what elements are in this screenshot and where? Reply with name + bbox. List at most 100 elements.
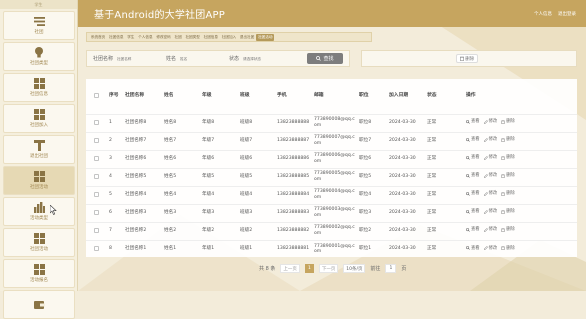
- header-join-date: 加入日期: [389, 93, 409, 99]
- status-select[interactable]: [243, 54, 289, 63]
- goto-page-input[interactable]: 1: [385, 264, 397, 273]
- view-button[interactable]: 查看: [466, 227, 480, 233]
- row-checkbox[interactable]: [94, 191, 99, 197]
- cell-index: 3: [107, 149, 123, 168]
- table-row: 5 社团名称4 姓名4 年级4 班级4 13823888884 773890004@qq.c…: [86, 185, 577, 204]
- view-button[interactable]: 查看: [466, 119, 480, 125]
- cell-phone: 13823888885: [275, 167, 312, 186]
- row-checkbox[interactable]: [94, 209, 99, 215]
- header-email: 邮箱: [314, 93, 324, 99]
- delete-button[interactable]: 删除: [501, 246, 515, 252]
- prev-page-button[interactable]: 上一页: [280, 264, 300, 273]
- delete-label: 删除: [506, 209, 515, 215]
- tab-6[interactable]: 社团类型: [184, 34, 202, 41]
- grid-icon: [33, 78, 45, 89]
- cell-join-date: 2024-03-30: [387, 149, 425, 168]
- search-icon: [316, 56, 322, 61]
- delete-label: 删除: [506, 119, 515, 125]
- edit-button[interactable]: 修改: [483, 227, 497, 233]
- edit-label: 修改: [488, 119, 498, 125]
- edit-label: 修改: [488, 191, 498, 197]
- row-checkbox[interactable]: [94, 173, 99, 179]
- cell-class: 班级6: [238, 149, 275, 168]
- delete-label: 删除: [506, 245, 515, 251]
- tab-8[interactable]: 社团加入: [220, 34, 238, 41]
- cell-index: 7: [107, 221, 123, 240]
- row-checkbox[interactable]: [94, 227, 99, 233]
- edit-icon: [483, 246, 488, 251]
- page-size-select[interactable]: 10条/页: [343, 264, 366, 273]
- tab-7[interactable]: 社团信息: [202, 34, 220, 41]
- cell-class: 班级8: [238, 113, 275, 132]
- delete-button[interactable]: 删除: [501, 209, 515, 215]
- row-checkbox[interactable]: [94, 245, 99, 251]
- cell-operations: 查看 修改 删除: [464, 185, 577, 204]
- delete-button[interactable]: 删除: [501, 137, 515, 143]
- sidebar-item-0[interactable]: 社团: [3, 11, 75, 40]
- tab-0[interactable]: 系统首页: [89, 34, 107, 41]
- cell-grade: 年级7: [200, 131, 238, 150]
- tab-9[interactable]: 退出社团: [238, 34, 256, 41]
- select-all-cell: [86, 79, 107, 114]
- view-button[interactable]: 查看: [466, 155, 480, 161]
- batch-delete-button[interactable]: 删除: [456, 54, 478, 63]
- edit-button[interactable]: 修改: [483, 119, 498, 125]
- sidebar-item-4[interactable]: 退出社团: [3, 135, 75, 164]
- cell-position: 职位1: [357, 239, 387, 258]
- header-link-profile[interactable]: 个人信息: [534, 11, 552, 17]
- delete-button[interactable]: 删除: [501, 119, 515, 125]
- page-number-button[interactable]: 1: [304, 264, 314, 273]
- view-button[interactable]: 查看: [466, 137, 480, 143]
- search-button-label: 查找: [323, 56, 334, 62]
- delete-button[interactable]: 删除: [501, 155, 515, 161]
- sidebar-item-9[interactable]: [3, 290, 75, 319]
- edit-button[interactable]: 修改: [483, 155, 497, 161]
- cell-club-name: 社团名称3: [123, 203, 162, 222]
- club-name-input[interactable]: [117, 54, 163, 63]
- cell-position: 职位7: [357, 131, 387, 150]
- table-row: 3 社团名称6 姓名6 年级6 班级6 13823888886 773890006@qq.c…: [86, 149, 577, 168]
- edit-button[interactable]: 修改: [483, 191, 498, 197]
- sidebar-item-6[interactable]: 活动类型: [3, 197, 75, 226]
- sidebar-item-8[interactable]: 活动报名: [3, 259, 75, 288]
- trash-icon: [501, 138, 505, 143]
- sidebar-item-7[interactable]: 社团活动: [3, 228, 75, 257]
- row-checkbox[interactable]: [94, 137, 99, 143]
- name-input[interactable]: [180, 54, 226, 63]
- tab-1[interactable]: 社团信息: [107, 34, 125, 41]
- grid-icon: [33, 264, 45, 275]
- tab-5[interactable]: 社团: [173, 34, 184, 41]
- tab-4[interactable]: 修改密码: [154, 34, 172, 41]
- sidebar-item-5[interactable]: 社团活动: [3, 166, 75, 195]
- tab-3[interactable]: 个人信息: [136, 34, 154, 41]
- header-link-logout[interactable]: 退出登录: [558, 11, 576, 17]
- view-button[interactable]: 查看: [466, 246, 480, 252]
- sidebar-item-label: 活动报名: [30, 278, 48, 283]
- sidebar-item-2[interactable]: 社团信息: [3, 73, 75, 102]
- cell-phone: 13823888884: [275, 185, 312, 204]
- view-button[interactable]: 查看: [466, 191, 480, 197]
- tab-10[interactable]: 社团活动: [256, 33, 275, 41]
- tab-2[interactable]: 学生: [125, 34, 136, 41]
- delete-button[interactable]: 删除: [501, 227, 515, 233]
- search-icon: [466, 138, 470, 142]
- cell-index: 1: [107, 113, 123, 132]
- edit-button[interactable]: 修改: [483, 209, 497, 215]
- next-page-button[interactable]: 下一页: [318, 264, 339, 273]
- edit-button[interactable]: 修改: [483, 173, 497, 179]
- cell-phone: 13823888883: [275, 203, 312, 222]
- delete-button[interactable]: 删除: [501, 173, 515, 179]
- view-button[interactable]: 查看: [466, 173, 480, 179]
- delete-button[interactable]: 删除: [501, 191, 515, 197]
- view-button[interactable]: 查看: [466, 209, 480, 215]
- row-checkbox[interactable]: [94, 155, 99, 161]
- header-grade: 年级: [202, 93, 212, 99]
- row-select-cell: [86, 239, 107, 258]
- sidebar-item-3[interactable]: 社团加入: [3, 104, 75, 133]
- edit-button[interactable]: 修改: [483, 137, 497, 143]
- select-all-checkbox[interactable]: [94, 92, 99, 98]
- sidebar-item-1[interactable]: 社团类型: [3, 42, 75, 71]
- edit-button[interactable]: 修改: [483, 246, 497, 252]
- search-button[interactable]: 查找: [307, 53, 343, 64]
- row-checkbox[interactable]: [94, 119, 99, 125]
